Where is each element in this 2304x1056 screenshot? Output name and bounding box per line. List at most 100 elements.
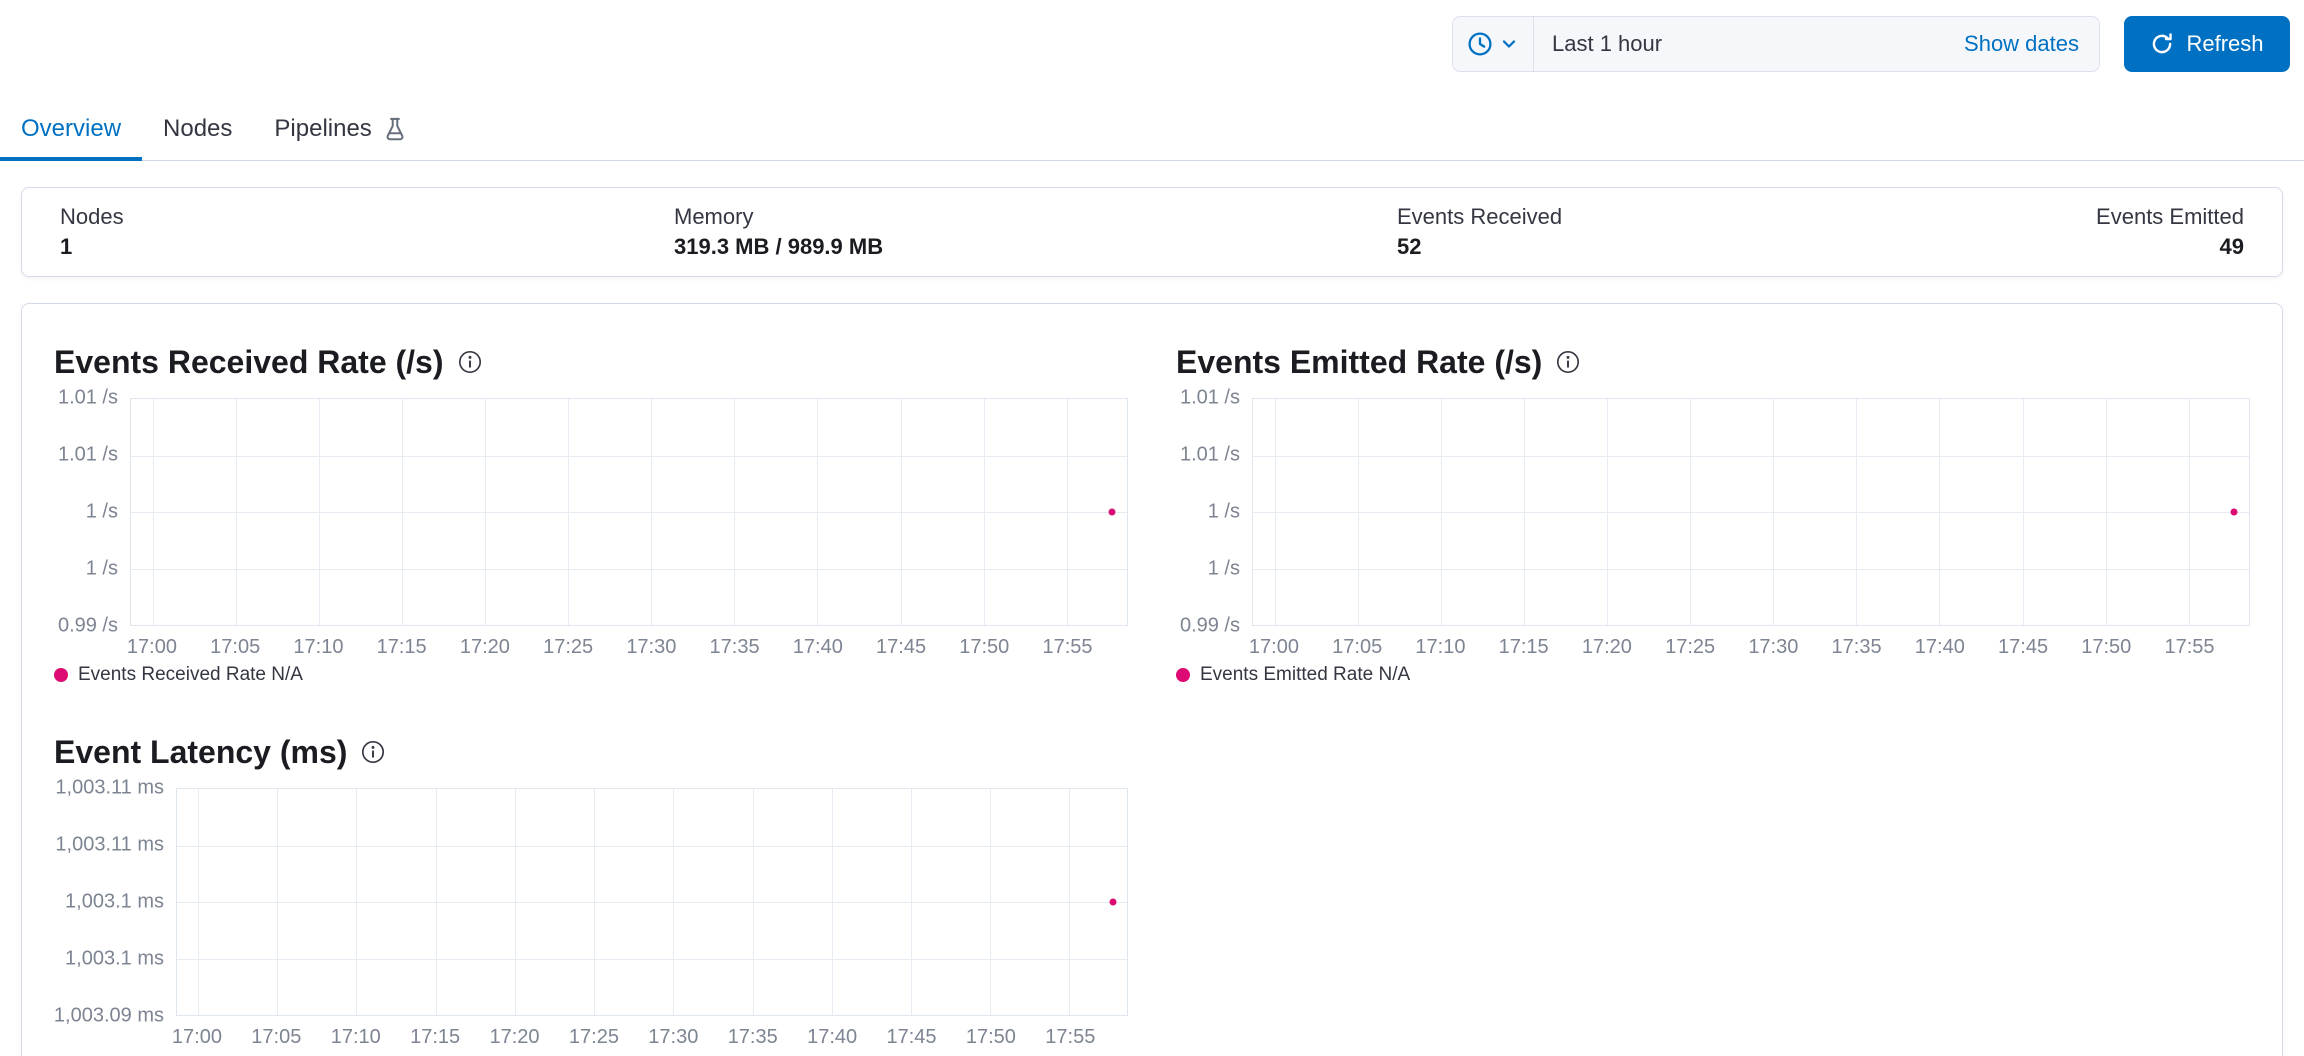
gridline-vertical (910, 789, 912, 1015)
gridline-horizontal (177, 958, 1127, 960)
summary-events-received-label: Events Received (1397, 204, 1563, 230)
gridline-vertical (235, 399, 237, 625)
y-tick-label: 1.01 /s (57, 386, 118, 409)
data-point (1109, 898, 1117, 906)
y-tick-label: 1,003.11 ms (55, 776, 164, 799)
chart-header: Events Emitted Rate (/s) (1176, 340, 2250, 384)
events-received-rate-chart: Events Received Rate (/s) 1.01 /s 1.01 /s… (54, 340, 1128, 686)
chart-area: 1,003.11 ms 1,003.11 ms 1,003.1 ms 1,003.1 … (54, 777, 1128, 1027)
gridline-vertical (1939, 399, 1941, 625)
x-tick-label: 17:35 (709, 636, 760, 658)
chart-title: Events Received Rate (/s) (54, 343, 444, 380)
chart-plot[interactable] (1252, 398, 2250, 626)
summary-nodes-label: Nodes (60, 204, 124, 230)
time-picker-quick-menu-button[interactable] (1453, 17, 1534, 71)
gridline-vertical (983, 399, 985, 625)
x-axis-labels: 17:00 17:05 17:10 17:15 17:20 17:25 17:30 17:35… (127, 626, 1128, 662)
gridline-vertical (152, 399, 154, 625)
gridline-vertical (1690, 399, 1692, 625)
summary-events-received-value: 52 (1397, 234, 1422, 259)
x-tick-label: 17:45 (876, 636, 927, 658)
clock-icon (1467, 31, 1493, 57)
y-axis-labels: 1.01 /s 1.01 /s 1 /s 1 /s 0.99 /s (1176, 387, 1252, 637)
tab-pipelines[interactable]: Pipelines (253, 98, 428, 160)
x-axis-labels: 17:00 17:05 17:10 17:15 17:20 17:25 17:30 17:35… (172, 1016, 1128, 1052)
beaker-icon (382, 116, 408, 142)
gridline-vertical (1856, 399, 1858, 625)
gridline-vertical (402, 399, 404, 625)
x-tick-label: 17:00 (171, 1026, 222, 1048)
gridline-vertical (1066, 399, 1068, 625)
refresh-icon (2150, 32, 2174, 56)
x-tick-label: 17:25 (568, 1026, 619, 1048)
time-range-value[interactable]: Last 1 hour (1534, 31, 1944, 57)
refresh-button-label: Refresh (2186, 31, 2264, 56)
tab-nodes[interactable]: Nodes (142, 98, 253, 160)
y-tick-label: 1 /s (1207, 500, 1240, 523)
x-tick-label: 17:45 (1998, 636, 2049, 658)
summary-memory: Memory 319.3 MB / 989.9 MB (674, 202, 1397, 261)
gridline-vertical (1607, 399, 1609, 625)
toolbar: Last 1 hour Show dates Refresh (0, 0, 2304, 72)
gridline-vertical (2022, 399, 2024, 625)
gridline-horizontal (131, 455, 1127, 457)
tab-overview[interactable]: Overview (0, 98, 143, 161)
gridline-vertical (277, 789, 279, 1015)
x-tick-label: 17:40 (807, 1026, 858, 1048)
chart-title: Events Emitted Rate (/s) (1176, 343, 1543, 380)
x-tick-label: 17:20 (459, 636, 510, 658)
gridline-horizontal (177, 902, 1127, 903)
gridline-vertical (990, 789, 992, 1015)
chart-area: 1.01 /s 1.01 /s 1 /s 1 /s 0.99 /s (54, 387, 1128, 637)
x-tick-label: 17:05 (251, 1026, 302, 1048)
info-icon[interactable] (458, 350, 482, 374)
gridline-vertical (197, 789, 199, 1015)
x-axis-labels: 17:00 17:05 17:10 17:15 17:20 17:25 17:30 17:35… (1248, 626, 2250, 662)
x-tick-label: 17:15 (410, 1026, 461, 1048)
y-tick-label: 0.99 /s (57, 614, 118, 637)
x-tick-label: 17:00 (1248, 636, 1299, 658)
info-icon[interactable] (1556, 350, 1580, 374)
gridline-vertical (817, 399, 819, 625)
x-tick-label: 17:10 (293, 636, 344, 658)
gridline-horizontal (131, 568, 1127, 570)
gridline-horizontal (177, 845, 1127, 847)
summary-nodes-value: 1 (60, 234, 73, 259)
y-tick-label: 1.01 /s (57, 443, 118, 466)
legend-dot (1176, 668, 1190, 682)
show-dates-button[interactable]: Show dates (1944, 31, 2099, 57)
gridline-vertical (594, 789, 596, 1015)
chart-legend[interactable]: Events Emitted Rate N/A (1176, 664, 2250, 686)
x-tick-label: 17:05 (1332, 636, 1383, 658)
gridline-vertical (734, 399, 736, 625)
x-tick-label: 17:15 (376, 636, 427, 658)
x-tick-label: 17:35 (1831, 636, 1882, 658)
y-tick-label: 1 /s (1207, 557, 1240, 580)
x-tick-label: 17:25 (543, 636, 594, 658)
gridline-vertical (485, 399, 487, 625)
gridline-vertical (752, 789, 754, 1015)
gridline-vertical (435, 789, 437, 1015)
x-tick-label: 17:40 (1914, 636, 1965, 658)
chart-legend[interactable]: Events Received Rate N/A (54, 664, 1128, 686)
x-tick-label: 17:55 (2164, 636, 2215, 658)
charts-grid: Events Received Rate (/s) 1.01 /s 1.01 /s… (54, 340, 2250, 1056)
gridline-vertical (1069, 789, 1071, 1015)
x-tick-label: 17:35 (727, 1026, 778, 1048)
info-icon[interactable] (361, 740, 385, 764)
x-tick-label: 17:30 (648, 1026, 699, 1048)
tab-nodes-label: Nodes (163, 115, 233, 142)
chart-plot[interactable] (176, 788, 1128, 1016)
refresh-button[interactable]: Refresh (2124, 16, 2290, 72)
gridline-horizontal (1253, 512, 2249, 513)
x-tick-label: 17:20 (1581, 636, 1632, 658)
gridline-horizontal (131, 512, 1127, 513)
chart-plot[interactable] (130, 398, 1128, 626)
x-tick-label: 17:50 (965, 1026, 1016, 1048)
chart-header: Events Received Rate (/s) (54, 340, 1128, 384)
gridline-vertical (2105, 399, 2107, 625)
events-emitted-rate-chart: Events Emitted Rate (/s) 1.01 /s 1.01 /s 1… (1176, 340, 2250, 686)
y-tick-label: 1,003.09 ms (53, 1004, 164, 1027)
chevron-down-icon (1499, 34, 1519, 54)
data-point (2230, 508, 2238, 516)
